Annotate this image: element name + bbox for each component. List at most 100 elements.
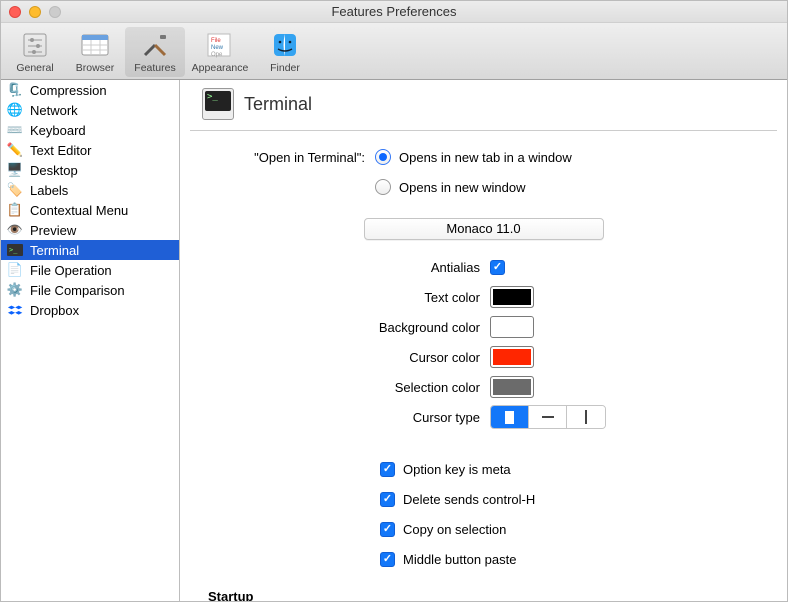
sidebar-item-label: Keyboard xyxy=(30,123,86,138)
toolbar-item-appearance[interactable]: FileNewOpe Appearance xyxy=(185,27,255,77)
delete-ctrl-h-label: Delete sends control-H xyxy=(403,492,535,507)
sidebar-item-compression[interactable]: 🗜️ Compression xyxy=(1,80,179,100)
main-header: Terminal xyxy=(190,80,777,131)
sidebar-item-label: Contextual Menu xyxy=(30,203,128,218)
selection-color-label: Selection color xyxy=(200,380,490,395)
sidebar-item-label: Terminal xyxy=(30,243,79,258)
cursor-type-underline[interactable] xyxy=(529,406,567,428)
svg-text:Ope: Ope xyxy=(211,52,223,58)
text-color-swatch[interactable] xyxy=(490,286,534,308)
terminal-app-icon xyxy=(202,88,234,120)
toolbar: General Browser Features FileNewOpe Appe… xyxy=(1,23,787,80)
slider-icon xyxy=(18,30,52,60)
toolbar-label: General xyxy=(5,62,65,74)
toolbar-item-finder[interactable]: Finder xyxy=(255,27,315,77)
font-button[interactable]: Monaco 11.0 xyxy=(364,218,604,240)
file-icon: 📄 xyxy=(7,262,23,278)
sidebar-item-label: File Comparison xyxy=(30,283,125,298)
compare-icon: ⚙️ xyxy=(7,282,23,298)
cursor-type-block[interactable] xyxy=(491,406,529,428)
sidebar-item-label: File Operation xyxy=(30,263,112,278)
globe-icon: 🌐 xyxy=(7,102,23,118)
sidebar-item-network[interactable]: 🌐 Network xyxy=(1,100,179,120)
toolbar-label: Appearance xyxy=(185,62,255,74)
sidebar-item-label: Network xyxy=(30,103,78,118)
open-new-tab-label: Opens in new tab in a window xyxy=(399,150,572,165)
sidebar-item-label: Text Editor xyxy=(30,143,91,158)
terminal-icon: >_ xyxy=(7,242,23,258)
pencil-icon: ✏️ xyxy=(7,142,23,158)
open-in-terminal-label: "Open in Terminal": xyxy=(200,150,375,165)
sidebar-item-preview[interactable]: 👁️ Preview xyxy=(1,220,179,240)
sidebar-item-fileop[interactable]: 📄 File Operation xyxy=(1,260,179,280)
compress-icon: 🗜️ xyxy=(7,82,23,98)
svg-text:File: File xyxy=(211,38,221,44)
sidebar-item-labels[interactable]: 🏷️ Labels xyxy=(1,180,179,200)
sidebar-item-label: Labels xyxy=(30,183,68,198)
tools-icon xyxy=(138,30,172,60)
toolbar-item-general[interactable]: General xyxy=(5,27,65,77)
sidebar-item-dropbox[interactable]: Dropbox xyxy=(1,300,179,320)
copy-on-selection-label: Copy on selection xyxy=(403,522,506,537)
cursor-color-swatch[interactable] xyxy=(490,346,534,368)
keyboard-icon: ⌨️ xyxy=(7,122,23,138)
antialias-checkbox[interactable] xyxy=(490,260,505,275)
startup-heading: Startup xyxy=(208,589,767,601)
sidebar-item-label: Preview xyxy=(30,223,76,238)
minimize-window-button[interactable] xyxy=(29,6,41,18)
svg-text:>_: >_ xyxy=(9,246,18,254)
toolbar-item-features[interactable]: Features xyxy=(125,27,185,77)
toolbar-item-browser[interactable]: Browser xyxy=(65,27,125,77)
main-pane: Terminal "Open in Terminal": Opens in ne… xyxy=(180,80,787,601)
toolbar-label: Browser xyxy=(65,62,125,74)
toolbar-label: Finder xyxy=(255,62,315,74)
background-color-label: Background color xyxy=(200,320,490,335)
traffic-lights xyxy=(9,6,61,18)
copy-on-selection-checkbox[interactable] xyxy=(380,522,395,537)
open-new-window-label: Opens in new window xyxy=(399,180,525,195)
cursor-type-segmented[interactable] xyxy=(490,405,606,429)
browser-icon xyxy=(78,30,112,60)
option-meta-checkbox[interactable] xyxy=(380,462,395,477)
antialias-label: Antialias xyxy=(200,260,490,275)
cursor-color-label: Cursor color xyxy=(200,350,490,365)
tag-icon: 🏷️ xyxy=(7,182,23,198)
appearance-icon: FileNewOpe xyxy=(203,30,237,60)
option-meta-label: Option key is meta xyxy=(403,462,511,477)
selection-color-swatch[interactable] xyxy=(490,376,534,398)
sidebar-item-label: Compression xyxy=(30,83,107,98)
sidebar-item-filecompare[interactable]: ⚙️ File Comparison xyxy=(1,280,179,300)
open-new-tab-radio[interactable] xyxy=(375,149,391,165)
dropbox-icon xyxy=(7,302,23,318)
terminal-form: "Open in Terminal": Opens in new tab in … xyxy=(180,131,787,601)
sidebar: 🗜️ Compression 🌐 Network ⌨️ Keyboard ✏️ Text… xyxy=(1,80,180,601)
sidebar-item-texteditor[interactable]: ✏️ Text Editor xyxy=(1,140,179,160)
cursor-type-vbar[interactable] xyxy=(567,406,605,428)
sidebar-item-terminal[interactable]: >_ Terminal xyxy=(1,240,179,260)
window-title: Features Preferences xyxy=(1,4,787,19)
desktop-icon: 🖥️ xyxy=(7,162,23,178)
sidebar-item-keyboard[interactable]: ⌨️ Keyboard xyxy=(1,120,179,140)
close-window-button[interactable] xyxy=(9,6,21,18)
middle-paste-label: Middle button paste xyxy=(403,552,516,567)
menu-icon: 📋 xyxy=(7,202,23,218)
cursor-type-label: Cursor type xyxy=(200,410,490,425)
zoom-window-button[interactable] xyxy=(49,6,61,18)
titlebar: Features Preferences xyxy=(1,1,787,23)
middle-paste-checkbox[interactable] xyxy=(380,552,395,567)
sidebar-item-desktop[interactable]: 🖥️ Desktop xyxy=(1,160,179,180)
sidebar-item-contextual[interactable]: 📋 Contextual Menu xyxy=(1,200,179,220)
sidebar-item-label: Dropbox xyxy=(30,303,79,318)
page-title: Terminal xyxy=(244,94,312,115)
sidebar-item-label: Desktop xyxy=(30,163,78,178)
toolbar-label: Features xyxy=(125,62,185,74)
open-new-window-radio[interactable] xyxy=(375,179,391,195)
background-color-swatch[interactable] xyxy=(490,316,534,338)
delete-ctrl-h-checkbox[interactable] xyxy=(380,492,395,507)
text-color-label: Text color xyxy=(200,290,490,305)
preferences-window: Features Preferences General Browser Fea… xyxy=(0,0,788,602)
eye-icon: 👁️ xyxy=(7,222,23,238)
content: 🗜️ Compression 🌐 Network ⌨️ Keyboard ✏️ Text… xyxy=(1,80,787,601)
finder-icon xyxy=(268,30,302,60)
svg-text:New: New xyxy=(211,45,224,51)
